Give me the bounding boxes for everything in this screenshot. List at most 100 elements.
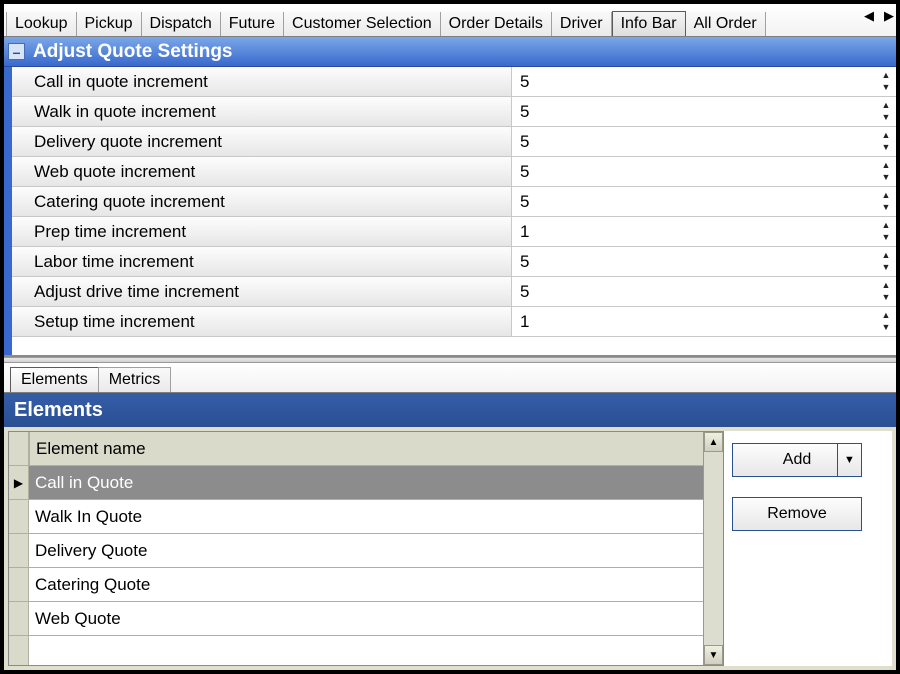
property-row: Delivery quote increment 5 ▲ ▼	[12, 127, 896, 157]
list-item[interactable]: Catering Quote	[29, 568, 703, 602]
spin-up-icon[interactable]: ▲	[879, 249, 893, 261]
spin-up-icon[interactable]: ▲	[879, 219, 893, 231]
property-label: Web quote increment	[12, 157, 512, 186]
add-dropdown-icon[interactable]	[837, 444, 861, 476]
row-header-blank	[9, 602, 28, 636]
list-item[interactable]: Call in Quote	[29, 466, 703, 500]
property-value-cell[interactable]: 5 ▲ ▼	[512, 127, 896, 156]
scroll-up-icon[interactable]: ▲	[704, 432, 723, 452]
app-window: Lookup Pickup Dispatch Future Customer S…	[0, 0, 900, 674]
tab-scroll-controls: ◀ ▶	[864, 8, 894, 24]
spinner: ▲ ▼	[879, 129, 893, 153]
spin-up-icon[interactable]: ▲	[879, 69, 893, 81]
property-label: Walk in quote increment	[12, 97, 512, 126]
property-value-cell[interactable]: 5 ▲ ▼	[512, 247, 896, 276]
property-value: 5	[520, 282, 529, 302]
tab-lookup[interactable]: Lookup	[6, 12, 77, 36]
row-header-blank	[9, 568, 28, 602]
property-grid-body: Call in quote increment 5 ▲ ▼ Walk in qu…	[4, 67, 896, 355]
spin-up-icon[interactable]: ▲	[879, 189, 893, 201]
property-grid: – Adjust Quote Settings Call in quote in…	[4, 37, 896, 357]
spin-down-icon[interactable]: ▼	[879, 201, 893, 213]
spinner: ▲ ▼	[879, 159, 893, 183]
spin-down-icon[interactable]: ▼	[879, 81, 893, 93]
elements-grid-main: Element name Call in Quote Walk In Quote…	[29, 432, 703, 665]
property-row: Call in quote increment 5 ▲ ▼	[12, 67, 896, 97]
property-value: 5	[520, 132, 529, 152]
spin-down-icon[interactable]: ▼	[879, 231, 893, 243]
row-selector-icon[interactable]	[9, 466, 28, 500]
property-grid-header: – Adjust Quote Settings	[4, 37, 896, 67]
list-item[interactable]: Web Quote	[29, 602, 703, 636]
spin-up-icon[interactable]: ▲	[879, 279, 893, 291]
property-row: Prep time increment 1 ▲ ▼	[12, 217, 896, 247]
property-value: 5	[520, 72, 529, 92]
tab-customer-selection[interactable]: Customer Selection	[284, 12, 441, 36]
tab-future[interactable]: Future	[221, 12, 284, 36]
tab-dispatch[interactable]: Dispatch	[142, 12, 221, 36]
property-value: 5	[520, 252, 529, 272]
row-header-blank	[9, 500, 28, 534]
property-row: Walk in quote increment 5 ▲ ▼	[12, 97, 896, 127]
tab-elements[interactable]: Elements	[10, 367, 99, 392]
spinner: ▲ ▼	[879, 189, 893, 213]
spinner: ▲ ▼	[879, 69, 893, 93]
row-header-blank	[9, 534, 28, 568]
tab-scroll-left-icon[interactable]: ◀	[864, 8, 874, 24]
spin-down-icon[interactable]: ▼	[879, 321, 893, 333]
add-button-label: Add	[783, 451, 811, 469]
elements-grid: Element name Call in Quote Walk In Quote…	[8, 431, 724, 666]
property-value-cell[interactable]: 1 ▲ ▼	[512, 217, 896, 246]
property-row: Labor time increment 5 ▲ ▼	[12, 247, 896, 277]
spin-down-icon[interactable]: ▼	[879, 141, 893, 153]
property-value: 1	[520, 222, 529, 242]
tab-all-order[interactable]: All Order	[686, 12, 766, 36]
property-value-cell[interactable]: 5 ▲ ▼	[512, 67, 896, 96]
spin-up-icon[interactable]: ▲	[879, 159, 893, 171]
property-row: Adjust drive time increment 5 ▲ ▼	[12, 277, 896, 307]
property-value-cell[interactable]: 5 ▲ ▼	[512, 187, 896, 216]
property-label: Call in quote increment	[12, 67, 512, 96]
row-header-blank	[9, 432, 28, 466]
list-item[interactable]: Walk In Quote	[29, 500, 703, 534]
elements-panel: Elements Element name Call in Quote Walk…	[4, 393, 896, 670]
column-header-element-name[interactable]: Element name	[29, 432, 703, 466]
property-value-cell[interactable]: 5 ▲ ▼	[512, 97, 896, 126]
remove-button[interactable]: Remove	[732, 497, 862, 531]
tab-order-details[interactable]: Order Details	[441, 12, 552, 36]
scroll-down-icon[interactable]: ▼	[704, 645, 723, 665]
property-value-cell[interactable]: 5 ▲ ▼	[512, 277, 896, 306]
property-value: 5	[520, 192, 529, 212]
remove-button-label: Remove	[767, 505, 827, 523]
property-label: Catering quote increment	[12, 187, 512, 216]
vertical-scrollbar[interactable]: ▲ ▼	[703, 432, 723, 665]
spinner: ▲ ▼	[879, 309, 893, 333]
spinner: ▲ ▼	[879, 219, 893, 243]
elements-panel-body: Element name Call in Quote Walk In Quote…	[4, 427, 896, 670]
property-value: 5	[520, 162, 529, 182]
tab-pickup[interactable]: Pickup	[77, 12, 142, 36]
spin-down-icon[interactable]: ▼	[879, 171, 893, 183]
tab-info-bar[interactable]: Info Bar	[612, 11, 686, 36]
property-value-cell[interactable]: 1 ▲ ▼	[512, 307, 896, 336]
tab-scroll-right-icon[interactable]: ▶	[884, 8, 894, 24]
spinner: ▲ ▼	[879, 279, 893, 303]
spin-up-icon[interactable]: ▲	[879, 99, 893, 111]
spin-down-icon[interactable]: ▼	[879, 111, 893, 123]
collapse-toggle-icon[interactable]: –	[8, 43, 25, 60]
spin-up-icon[interactable]: ▲	[879, 309, 893, 321]
add-button[interactable]: Add	[732, 443, 862, 477]
list-item[interactable]: Delivery Quote	[29, 534, 703, 568]
property-grid-title: Adjust Quote Settings	[33, 41, 233, 63]
property-value-cell[interactable]: 5 ▲ ▼	[512, 157, 896, 186]
spin-down-icon[interactable]: ▼	[879, 261, 893, 273]
row-header-gutter	[9, 432, 29, 665]
top-tabstrip: Lookup Pickup Dispatch Future Customer S…	[4, 4, 896, 37]
tab-driver[interactable]: Driver	[552, 12, 612, 36]
spin-up-icon[interactable]: ▲	[879, 129, 893, 141]
spin-down-icon[interactable]: ▼	[879, 291, 893, 303]
property-label: Prep time increment	[12, 217, 512, 246]
property-row: Setup time increment 1 ▲ ▼	[12, 307, 896, 337]
side-buttons: Add Remove	[724, 431, 892, 666]
tab-metrics[interactable]: Metrics	[98, 367, 172, 392]
